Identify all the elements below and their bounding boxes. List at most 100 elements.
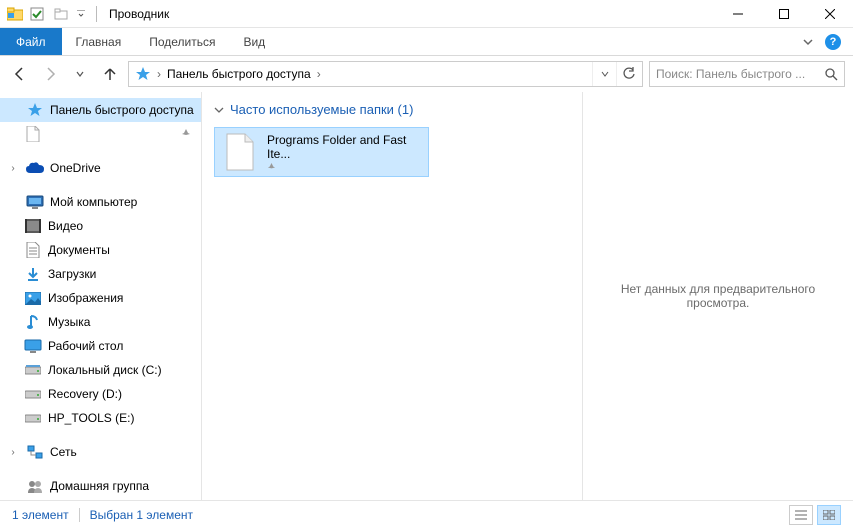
qat-dropdown-icon[interactable]: [74, 3, 88, 25]
expand-icon[interactable]: ›: [6, 447, 20, 458]
search-icon: [825, 68, 838, 81]
status-count: 1 элемент: [12, 508, 69, 522]
preview-pane: Нет данных для предварительного просмотр…: [583, 92, 853, 500]
sidebar-item-label: Изображения: [48, 291, 123, 305]
qat: Проводник: [0, 3, 169, 25]
breadcrumb-segment[interactable]: Панель быстрого доступа: [163, 67, 315, 81]
forward-button[interactable]: [38, 62, 62, 86]
sidebar-item-pinned-blank[interactable]: [0, 122, 201, 146]
breadcrumb-chevron-icon[interactable]: ›: [155, 67, 163, 81]
drive-icon: [24, 409, 42, 427]
drive-icon: [24, 361, 42, 379]
sidebar-item-desktop[interactable]: Рабочий стол: [0, 334, 201, 358]
sidebar-item-label: Видео: [48, 219, 83, 233]
address-right: [592, 62, 640, 86]
documents-icon: [24, 241, 42, 259]
expand-icon[interactable]: ›: [6, 163, 20, 174]
group-header[interactable]: Часто используемые папки (1): [214, 98, 570, 127]
file-tab[interactable]: Файл: [0, 28, 62, 55]
close-button[interactable]: [807, 0, 853, 28]
pin-icon: [267, 163, 420, 172]
homegroup-icon: [26, 477, 44, 495]
back-button[interactable]: [8, 62, 32, 86]
sidebar-item-onedrive[interactable]: › OneDrive: [0, 156, 201, 180]
tab-home[interactable]: Главная: [62, 28, 136, 55]
sidebar-item-label: Загрузки: [48, 267, 96, 281]
network-icon: [26, 443, 44, 461]
sidebar-item-documents[interactable]: Документы: [0, 238, 201, 262]
sidebar-item-label: Recovery (D:): [48, 387, 122, 401]
recent-locations-button[interactable]: [68, 62, 92, 86]
qat-properties-icon[interactable]: [26, 3, 48, 25]
search-box[interactable]: Поиск: Панель быстрого ...: [649, 61, 845, 87]
address-box[interactable]: › Панель быстрого доступа ›: [128, 61, 643, 87]
files-pane[interactable]: Часто используемые папки (1) Programs Fo…: [202, 92, 583, 500]
refresh-button[interactable]: [616, 62, 640, 86]
breadcrumb-chevron-icon[interactable]: ›: [315, 67, 323, 81]
sidebar-item-label: Домашняя группа: [50, 479, 149, 493]
sidebar-item-network[interactable]: › Сеть: [0, 440, 201, 464]
search-placeholder: Поиск: Панель быстрого ...: [656, 67, 825, 81]
sidebar-item-drive-d[interactable]: Recovery (D:): [0, 382, 201, 406]
sidebar-item-label: Панель быстрого доступа: [50, 103, 194, 117]
maximize-button[interactable]: [761, 0, 807, 28]
window-controls: [715, 0, 853, 28]
ribbon-collapse-icon[interactable]: [803, 37, 813, 47]
up-button[interactable]: [98, 62, 122, 86]
body: Панель быстрого доступа › OneDrive Мой к…: [0, 92, 853, 500]
sidebar-item-homegroup[interactable]: Домашняя группа: [0, 474, 201, 498]
sidebar-item-label: Сеть: [50, 445, 77, 459]
sidebar-item-label: Документы: [48, 243, 110, 257]
tile-text: Programs Folder and Fast Ite...: [267, 133, 420, 172]
sidebar-item-music[interactable]: Музыка: [0, 310, 201, 334]
qat-newfolder-icon[interactable]: [50, 3, 72, 25]
status-right: [789, 505, 841, 525]
window-title: Проводник: [109, 7, 169, 21]
preview-empty-text: Нет данных для предварительного просмотр…: [593, 282, 843, 310]
file-tile[interactable]: Programs Folder and Fast Ite...: [214, 127, 429, 177]
sidebar-item-label: Локальный диск (C:): [48, 363, 162, 377]
quick-access-star-icon: [26, 101, 44, 119]
sidebar-item-pictures[interactable]: Изображения: [0, 286, 201, 310]
sidebar-item-downloads[interactable]: Загрузки: [0, 262, 201, 286]
address-bar-row: › Панель быстрого доступа › Поиск: Панел…: [0, 56, 853, 92]
icons-view-button[interactable]: [817, 505, 841, 525]
videos-icon: [24, 217, 42, 235]
pin-icon: [181, 129, 191, 139]
downloads-icon: [24, 265, 42, 283]
ribbon-right: ?: [803, 28, 853, 55]
minimize-button[interactable]: [715, 0, 761, 28]
titlebar: Проводник: [0, 0, 853, 28]
sidebar-item-quick-access[interactable]: Панель быстрого доступа: [0, 98, 201, 122]
sidebar-item-label: Мой компьютер: [50, 195, 137, 209]
tile-label: Programs Folder and Fast Ite...: [267, 133, 420, 161]
tab-share[interactable]: Поделиться: [135, 28, 229, 55]
sidebar[interactable]: Панель быстрого доступа › OneDrive Мой к…: [0, 92, 202, 500]
help-icon[interactable]: ?: [825, 34, 841, 50]
quick-access-star-icon: [133, 64, 153, 84]
sidebar-item-label: OneDrive: [50, 161, 101, 175]
computer-icon: [26, 193, 44, 211]
sidebar-item-videos[interactable]: Видео: [0, 214, 201, 238]
explorer-app-icon: [6, 5, 24, 23]
sidebar-item-drive-e[interactable]: HP_TOOLS (E:): [0, 406, 201, 430]
pictures-icon: [24, 289, 42, 307]
onedrive-icon: [26, 159, 44, 177]
sidebar-item-label: HP_TOOLS (E:): [48, 411, 134, 425]
details-view-button[interactable]: [789, 505, 813, 525]
sidebar-item-my-computer[interactable]: Мой компьютер: [0, 190, 201, 214]
sidebar-item-label: Рабочий стол: [48, 339, 123, 353]
music-icon: [24, 313, 42, 331]
tab-view[interactable]: Вид: [229, 28, 279, 55]
sidebar-item-label: Музыка: [48, 315, 90, 329]
collapse-group-icon[interactable]: [214, 105, 224, 115]
drive-icon: [24, 385, 42, 403]
address-dropdown-icon[interactable]: [592, 62, 616, 86]
content: Часто используемые папки (1) Programs Fo…: [202, 92, 853, 500]
status-selected: Выбран 1 элемент: [90, 508, 193, 522]
document-icon: [24, 125, 42, 143]
ribbon: Файл Главная Поделиться Вид ?: [0, 28, 853, 56]
sidebar-item-drive-c[interactable]: Локальный диск (C:): [0, 358, 201, 382]
statusbar: 1 элемент Выбран 1 элемент: [0, 500, 853, 528]
document-icon: [223, 132, 257, 172]
